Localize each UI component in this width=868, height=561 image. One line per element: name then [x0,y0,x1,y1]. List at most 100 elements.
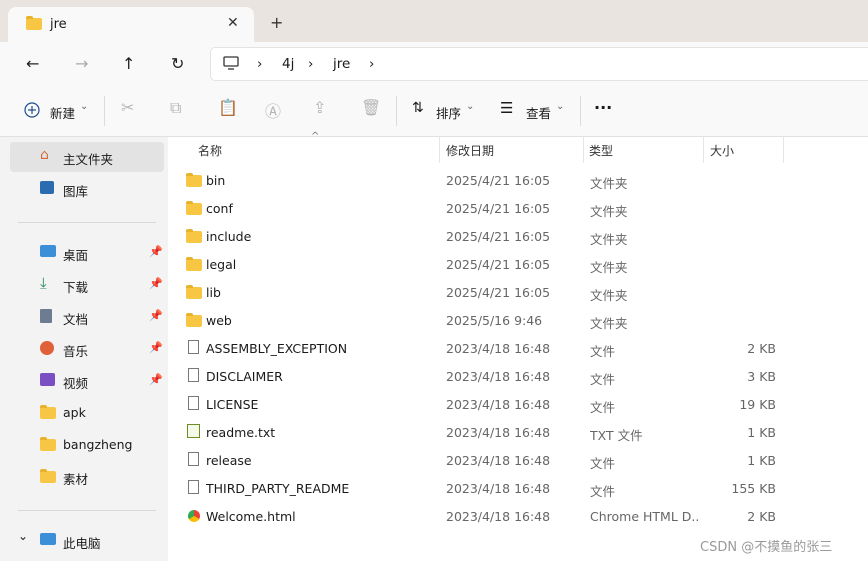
breadcrumb-chevron-icon[interactable]: › [257,56,262,72]
sidebar-item-apk[interactable]: apk [10,398,164,428]
sidebar-item-label: 视频 [63,376,89,391]
sidebar-item-music[interactable]: 音乐 📌 [10,334,164,364]
file-date: 2023/4/18 16:48 [446,341,551,356]
back-icon[interactable]: ← [26,54,39,73]
breadcrumb-jre[interactable]: jre [333,56,350,72]
column-divider[interactable] [439,137,440,163]
pin-icon[interactable]: 📌 [149,373,163,386]
column-divider[interactable] [583,137,584,163]
table-row[interactable]: readme.txt 2023/4/18 16:48 TXT 文件 1 KB [168,419,868,447]
folder-icon [186,313,202,327]
command-bar: 新建 ⌄ ✂ ⧉ 📋 Ⓐ ⇪ 🗑 ⇅ 排序 ⌄ ☰ 查看 ⌄ ··· [0,86,868,137]
table-row[interactable]: include 2025/4/21 16:05 文件夹 [168,223,868,251]
refresh-icon[interactable]: ↻ [171,54,184,73]
file-size: 155 KB [731,481,776,496]
table-row[interactable]: bin 2025/4/21 16:05 文件夹 [168,167,868,195]
forward-icon[interactable]: → [75,54,88,73]
breadcrumb-4j[interactable]: 4j [282,56,294,72]
table-row[interactable]: DISCLAIMER 2023/4/18 16:48 文件 3 KB [168,363,868,391]
sidebar-item-downloads[interactable]: ⤓ 下载 📌 [10,270,164,300]
new-button[interactable]: 新建 ⌄ [24,96,90,126]
new-tab-button[interactable]: + [270,13,283,32]
column-header-name[interactable]: 名称 [198,142,222,159]
file-name: include [206,229,252,244]
sidebar-item-label: 桌面 [63,248,89,263]
sidebar-divider [18,222,156,223]
rename-icon[interactable]: Ⓐ [265,98,281,122]
file-date: 2023/4/18 16:48 [446,509,551,524]
table-row[interactable]: THIRD_PARTY_README 2023/4/18 16:48 文件 155 K… [168,475,868,503]
table-row[interactable]: Welcome.html 2023/4/18 16:48 Chrome HTML D… [168,503,868,531]
table-row[interactable]: LICENSE 2023/4/18 16:48 文件 19 KB [168,391,868,419]
folder-icon [186,173,202,187]
close-tab-icon[interactable]: ✕ [227,15,239,31]
file-name: release [206,453,252,468]
file-icon [188,368,199,382]
pin-icon[interactable]: 📌 [149,277,163,290]
view-list-icon: ☰ [500,99,514,117]
cut-icon[interactable]: ✂ [121,98,134,117]
file-size: 1 KB [747,425,776,440]
file-type: 文件夹 [590,316,628,331]
file-name: conf [206,201,233,216]
sort-button[interactable]: ⇅ 排序 ⌄ [412,96,476,126]
file-icon [188,480,199,494]
chevron-down-icon[interactable]: ⌄ [18,529,28,543]
view-button[interactable]: ☰ 查看 ⌄ [500,96,566,126]
column-header-type[interactable]: 类型 [589,142,613,159]
delete-icon[interactable]: 🗑 [361,98,381,117]
pin-icon[interactable]: 📌 [149,245,163,258]
toolbar-divider [396,96,397,126]
pin-icon[interactable]: 📌 [149,309,163,322]
table-row[interactable]: legal 2025/4/21 16:05 文件夹 [168,251,868,279]
folder-icon [186,229,202,243]
folder-icon [26,16,42,30]
table-row[interactable]: conf 2025/4/21 16:05 文件夹 [168,195,868,223]
share-icon[interactable]: ⇪ [313,98,326,117]
table-row[interactable]: ASSEMBLY_EXCEPTION 2023/4/18 16:48 文件 2 KB [168,335,868,363]
file-size: 2 KB [747,509,776,524]
sidebar-item-sucai[interactable]: 素材 [10,462,164,492]
tab-title: jre [50,17,67,32]
table-row[interactable]: web 2025/5/16 9:46 文件夹 [168,307,868,335]
up-icon[interactable]: ↑ [122,54,135,73]
sidebar-item-videos[interactable]: 视频 📌 [10,366,164,396]
file-type: 文件夹 [590,288,628,303]
file-type: 文件夹 [590,260,628,275]
file-name: readme.txt [206,425,276,440]
column-divider[interactable] [783,137,784,163]
file-name: ASSEMBLY_EXCEPTION [206,341,348,356]
column-header-date[interactable]: 修改日期 [446,142,494,159]
sidebar-item-gallery[interactable]: 图库 [10,174,164,204]
table-row[interactable]: release 2023/4/18 16:48 文件 1 KB [168,447,868,475]
folder-icon [40,437,56,451]
breadcrumb-chevron-icon[interactable]: › [369,56,374,72]
file-name: bin [206,173,226,188]
column-header-size[interactable]: 大小 [710,142,734,159]
sidebar-item-label: 主文件夹 [63,152,114,167]
address-bar[interactable]: › 4j › jre › [210,47,868,81]
sidebar-item-bangzheng[interactable]: bangzheng [10,430,164,460]
table-row[interactable]: lib 2025/4/21 16:05 文件夹 [168,279,868,307]
file-type: 文件 [590,456,616,471]
active-tab[interactable]: jre ✕ [8,7,254,42]
file-type: Chrome HTML D... [590,509,698,524]
copy-icon[interactable]: ⧉ [170,98,181,118]
more-icon[interactable]: ··· [594,98,612,117]
paste-icon[interactable]: 📋 [218,98,238,117]
sidebar-item-home[interactable]: ⌂ 主文件夹 [10,142,164,172]
download-icon: ⤓ [40,274,47,292]
breadcrumb-chevron-icon[interactable]: › [308,56,313,72]
column-divider[interactable] [703,137,704,163]
music-icon [40,341,54,355]
sidebar-item-label: bangzheng [63,437,133,452]
sidebar-item-desktop[interactable]: 桌面 📌 [10,238,164,268]
sidebar-item-this-pc[interactable]: ⌄ 此电脑 [10,526,164,556]
chevron-down-icon: ⌄ [80,101,89,112]
sidebar-item-label: 音乐 [63,344,89,359]
file-list: ^ 名称 修改日期 类型 大小 bin 2025/4/21 16:05 文件夹 con… [168,131,868,561]
pin-icon[interactable]: 📌 [149,341,163,354]
desktop-icon [40,245,56,257]
pc-icon[interactable] [223,56,239,70]
sidebar-item-documents[interactable]: 文档 📌 [10,302,164,332]
